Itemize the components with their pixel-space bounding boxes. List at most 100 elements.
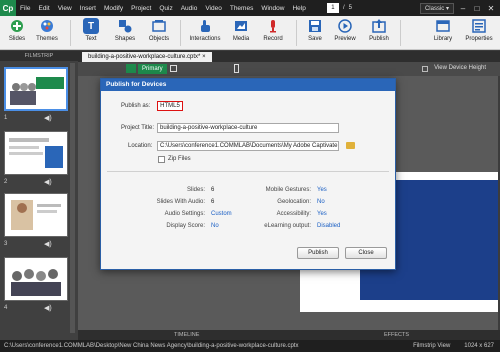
audio-icon: ◀) [44, 241, 52, 248]
hand-pointer-icon [197, 18, 213, 34]
menu-window[interactable]: Window [257, 5, 288, 12]
publish-dialog-button[interactable]: Publish [297, 247, 339, 259]
text-button[interactable]: T Text [74, 18, 108, 42]
filmstrip-panel: FILMSTRIP 1 ◀) 2 ◀) 3 ◀) 4 ◀) [0, 51, 78, 340]
publish-as-label: Publish as: [121, 103, 151, 109]
slides-button[interactable]: Slides [0, 18, 34, 42]
slide-number: 4 [4, 305, 8, 311]
slides-with-audio-value: 6 [211, 199, 215, 205]
shapes-button[interactable]: Shapes [108, 18, 142, 42]
status-bar: C:\Users\conference1.COMMLAB\Desktop\New… [0, 340, 500, 352]
audio-settings-link[interactable]: Custom [211, 211, 232, 217]
toolbar-divider [400, 20, 401, 46]
folder-icon[interactable] [346, 142, 355, 149]
page-total: 5 [348, 5, 352, 11]
text-icon: T [83, 18, 99, 34]
zip-files-checkbox[interactable] [158, 156, 165, 163]
objects-button[interactable]: Objects [142, 18, 176, 42]
menu-file[interactable]: File [16, 5, 34, 12]
toolbar-divider [70, 20, 71, 46]
phone-device-icon[interactable] [234, 64, 239, 73]
filmstrip-slide-3[interactable] [4, 193, 68, 237]
accessibility-link[interactable]: Yes [317, 211, 327, 217]
filmstrip-slide-4[interactable] [4, 257, 68, 301]
workspace-value: Classic [424, 5, 445, 12]
shapes-icon [117, 18, 133, 34]
minimize-button[interactable]: – [458, 4, 468, 13]
publish-dialog: Publish for Devices Publish as: HTML5 Pr… [100, 78, 396, 270]
primary-badge[interactable]: Primary [138, 64, 167, 74]
audio-settings-label: Audio Settings: [164, 211, 205, 217]
objects-label: Objects [148, 36, 170, 42]
audio-icon: ◀) [44, 179, 52, 186]
project-size: 1024 x 627 [464, 343, 494, 349]
geolocation-link[interactable]: No [317, 199, 325, 205]
view-mode: Filmstrip View [413, 343, 451, 349]
page-number-input[interactable]: 1 [326, 3, 339, 13]
filmstrip-slide-1[interactable] [4, 67, 68, 111]
zip-files-label: Zip Files [168, 156, 191, 162]
view-device-height-checkbox[interactable] [422, 66, 428, 72]
location-label: Location: [128, 143, 153, 149]
microphone-icon [265, 18, 281, 34]
play-icon [337, 18, 353, 34]
record-button[interactable]: Record [256, 18, 290, 42]
workspace-select[interactable]: Classic ▾ [419, 2, 454, 14]
themes-button[interactable]: Themes [30, 18, 64, 42]
properties-button[interactable]: Properties [462, 18, 496, 42]
menu-project[interactable]: Project [127, 5, 155, 12]
interactions-label: Interactions [189, 36, 221, 42]
filmstrip-slide-2[interactable] [4, 131, 68, 175]
chevron-down-icon: ▾ [445, 5, 449, 12]
slide-number: 1 [4, 115, 8, 121]
bottom-panel-tabs: TIMELINE EFFECTS [78, 330, 500, 340]
filmstrip-scrollbar[interactable] [70, 63, 75, 333]
menu-help[interactable]: Help [288, 5, 309, 12]
menu-video[interactable]: Video [201, 5, 226, 12]
close-icon[interactable]: × [202, 54, 206, 60]
close-dialog-button[interactable]: Close [345, 247, 387, 259]
location-input[interactable]: C:\Users\conference1.COMMLAB\Documents\M… [157, 141, 339, 151]
menu-insert[interactable]: Insert [76, 5, 100, 12]
slides-count-value: 6 [211, 187, 215, 193]
library-icon [435, 18, 451, 34]
geolocation-label: Geolocation: [277, 199, 311, 205]
menu-view[interactable]: View [54, 5, 76, 12]
project-title-input[interactable]: building-a-positive-workplace-culture [157, 123, 339, 133]
slides-count-label: Slides: [186, 187, 205, 193]
preview-button[interactable]: Preview [328, 18, 362, 42]
menu-modify[interactable]: Modify [100, 5, 127, 12]
menu-edit[interactable]: Edit [34, 5, 53, 12]
slides-label: Slides [8, 36, 26, 42]
audio-icon: ◀) [44, 115, 52, 122]
publish-button[interactable]: Publish [362, 18, 396, 42]
themes-icon [39, 18, 55, 34]
save-button[interactable]: Save [298, 18, 332, 42]
project-title-label: Project Title: [121, 125, 155, 131]
dialog-divider [107, 171, 389, 172]
properties-icon [471, 18, 487, 34]
themes-label: Themes [36, 36, 58, 42]
media-icon [233, 18, 249, 34]
elearning-output-link[interactable]: Disabled [317, 223, 340, 229]
library-button[interactable]: Library [426, 18, 460, 42]
media-button[interactable]: Media [224, 18, 258, 42]
tablet-device-icon[interactable] [170, 65, 177, 72]
menu-audio[interactable]: Audio [177, 5, 202, 12]
interactions-button[interactable]: Interactions [188, 18, 222, 42]
document-tab[interactable]: building-a-positive-workplace-culture.cp… [82, 52, 212, 62]
menu-themes[interactable]: Themes [226, 5, 257, 12]
mobile-gestures-link[interactable]: Yes [317, 187, 327, 193]
shapes-label: Shapes [114, 36, 136, 42]
effects-tab[interactable]: EFFECTS [384, 332, 409, 338]
publish-as-value[interactable]: HTML5 [157, 101, 183, 111]
dialog-title: Publish for Devices [101, 79, 395, 91]
display-score-label: Display Score: [166, 223, 205, 229]
timeline-tab[interactable]: TIMELINE [174, 332, 199, 338]
desktop-device-icon[interactable] [126, 64, 136, 73]
maximize-button[interactable]: □ [472, 4, 482, 13]
mobile-gestures-label: Mobile Gestures: [265, 187, 311, 193]
display-score-link[interactable]: No [211, 223, 219, 229]
close-window-button[interactable]: ✕ [486, 4, 496, 13]
menu-quiz[interactable]: Quiz [155, 5, 176, 12]
